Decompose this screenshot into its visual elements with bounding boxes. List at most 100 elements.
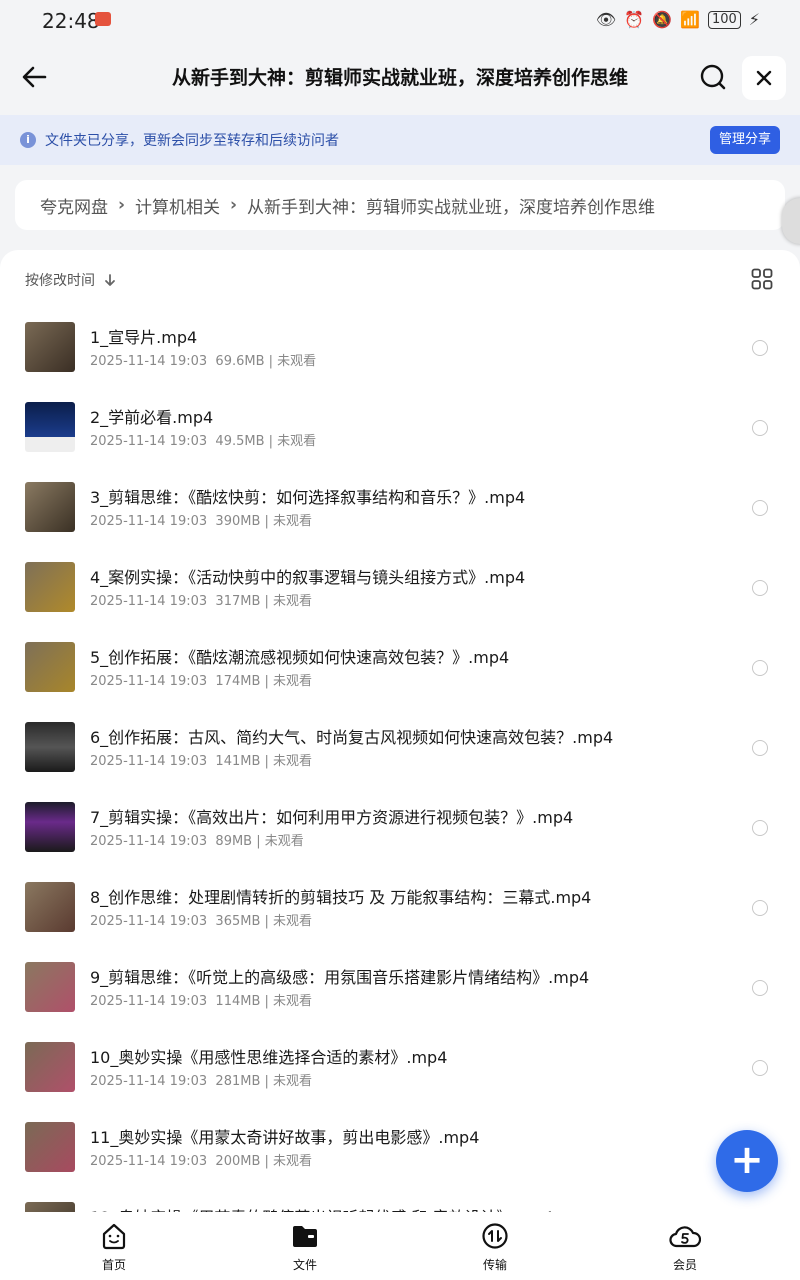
home-face-icon — [102, 1223, 126, 1250]
tab-label: 传输 — [482, 1258, 507, 1272]
select-radio[interactable] — [752, 340, 768, 356]
file-name: 9_剪辑思维：《听觉上的高级感：用氛围音乐搭建影片情绪结构》.mp4 — [90, 968, 590, 987]
bottom-tab-bar: 首页 文件 传输 会员 — [0, 1212, 800, 1280]
video-thumbnail — [25, 402, 75, 452]
grid-view-button[interactable] — [751, 268, 773, 290]
video-thumbnail — [25, 322, 75, 372]
select-radio[interactable] — [752, 980, 768, 996]
select-radio[interactable] — [752, 740, 768, 756]
plus-icon: + — [730, 1137, 764, 1183]
sort-control[interactable]: 按修改时间 — [25, 270, 117, 290]
file-meta: 2025-11-14 19:03 89MB | 未观看 — [90, 834, 304, 849]
tab-label: 文件 — [292, 1258, 317, 1272]
file-row[interactable]: 8_创作思维：处理剧情转折的剪辑技巧 及 万能叙事结构：三幕式.mp4 2025… — [0, 872, 800, 952]
search-icon — [700, 64, 726, 90]
search-button[interactable] — [696, 60, 730, 94]
file-row[interactable]: 10_奥妙实操《用感性思维选择合适的素材》.mp4 2025-11-14 19:… — [0, 1032, 800, 1112]
arrow-down-icon — [105, 274, 115, 286]
file-row[interactable]: 3_剪辑思维：《酷炫快剪：如何选择叙事结构和音乐？》.mp4 2025-11-1… — [0, 472, 800, 552]
chevron-right-icon: › — [118, 195, 126, 215]
file-meta: 2025-11-14 19:03 114MB | 未观看 — [90, 994, 313, 1009]
file-name: 8_创作思维：处理剧情转折的剪辑技巧 及 万能叙事结构：三幕式.mp4 — [90, 888, 592, 907]
tab-vip[interactable]: 会员 — [645, 1222, 725, 1273]
file-meta: 2025-11-14 19:03 49.5MB | 未观看 — [90, 434, 317, 449]
breadcrumb-item-root[interactable]: 夸克网盘 — [40, 193, 108, 218]
file-name: 11_奥妙实操《用蒙太奇讲好故事，剪出电影感》.mp4 — [90, 1128, 480, 1147]
file-row[interactable]: 6_创作拓展：古风、简约大气、时尚复古风视频如何快速高效包装？.mp4 2025… — [0, 712, 800, 792]
charging-icon: ⚡ — [748, 10, 760, 29]
tab-label: 会员 — [672, 1258, 697, 1272]
file-row[interactable]: 1_宣导片.mp4 2025-11-14 19:03 69.6MB | 未观看 — [0, 312, 800, 392]
file-meta: 2025-11-14 19:03 317MB | 未观看 — [90, 594, 313, 609]
tab-transfer[interactable]: 传输 — [455, 1222, 535, 1273]
file-name: 1_宣导片.mp4 — [90, 328, 198, 347]
select-radio[interactable] — [752, 820, 768, 836]
file-meta: 2025-11-14 19:03 390MB | 未观看 — [90, 514, 313, 529]
back-button[interactable] — [18, 60, 52, 94]
floating-assistant-bubble[interactable] — [782, 198, 800, 244]
file-list: 1_宣导片.mp4 2025-11-14 19:03 69.6MB | 未观看 … — [0, 312, 800, 1212]
select-radio[interactable] — [752, 580, 768, 596]
folder-icon — [293, 1226, 317, 1247]
select-radio[interactable] — [752, 660, 768, 676]
select-radio[interactable] — [752, 1060, 768, 1076]
file-row[interactable]: 7_剪辑实操：《高效出片：如何利用甲方资源进行视频包装？》.mp4 2025-1… — [0, 792, 800, 872]
add-button[interactable]: + — [716, 1130, 778, 1192]
video-thumbnail — [25, 482, 75, 532]
close-icon — [756, 70, 772, 86]
select-radio[interactable] — [752, 900, 768, 916]
file-meta: 2025-11-14 19:03 365MB | 未观看 — [90, 914, 313, 929]
video-thumbnail — [25, 882, 75, 932]
battery-indicator: 100 — [707, 10, 741, 29]
close-button[interactable] — [742, 56, 786, 100]
page-title: 从新手到大神：剪辑师实战就业班，深度培养创作思维 — [171, 67, 628, 89]
file-name: 7_剪辑实操：《高效出片：如何利用甲方资源进行视频包装？》.mp4 — [90, 808, 574, 827]
video-thumbnail — [25, 1202, 75, 1212]
file-row[interactable]: 5_创作拓展：《酷炫潮流感视频如何快速高效包装？》.mp4 2025-11-14… — [0, 632, 800, 712]
file-name: 3_剪辑思维：《酷炫快剪：如何选择叙事结构和音乐？》.mp4 — [90, 488, 526, 507]
file-meta: 2025-11-14 19:03 141MB | 未观看 — [90, 754, 313, 769]
info-icon: i — [20, 132, 36, 148]
file-row[interactable]: 11_奥妙实操《用蒙太奇讲好故事，剪出电影感》.mp4 2025-11-14 1… — [0, 1112, 800, 1192]
video-thumbnail — [25, 722, 75, 772]
file-row[interactable]: 12_奥妙实操《用节奏的鸭停营出视听起伏感 和 音效设计》.mp4 — [0, 1192, 800, 1212]
chevron-right-icon: › — [230, 195, 238, 215]
breadcrumb-item-folder[interactable]: 计算机相关 — [135, 193, 220, 218]
select-radio[interactable] — [752, 420, 768, 436]
arrow-left-icon — [22, 66, 47, 88]
vip-cloud-icon — [669, 1226, 702, 1248]
tab-label: 首页 — [101, 1258, 126, 1272]
file-row[interactable]: 2_学前必看.mp4 2025-11-14 19:03 49.5MB | 未观看 — [0, 392, 800, 472]
mute-icon: 🔕 — [652, 10, 673, 29]
file-name: 2_学前必看.mp4 — [90, 408, 214, 427]
notification-icon — [95, 12, 111, 26]
file-meta: 2025-11-14 19:03 281MB | 未观看 — [90, 1074, 313, 1089]
video-thumbnail — [25, 1122, 75, 1172]
status-icons: 👁 ⏰ 🔕 📶 100 ⚡ — [596, 10, 760, 29]
file-name: 6_创作拓展：古风、简约大气、时尚复古风视频如何快速高效包装？.mp4 — [90, 728, 614, 747]
file-name: 12_奥妙实操《用节奏的鸭停营出视听起伏感 和 音效设计》.mp4 — [90, 1204, 554, 1212]
video-thumbnail — [25, 642, 75, 692]
file-name: 10_奥妙实操《用感性思维选择合适的素材》.mp4 — [90, 1048, 448, 1067]
status-time: 22:48 — [42, 9, 100, 33]
transfer-icon — [482, 1223, 508, 1249]
video-thumbnail — [25, 562, 75, 612]
wifi-icon: 📶 — [680, 10, 700, 29]
share-message: 文件夹已分享，更新会同步至转存和后续访问者 — [45, 133, 339, 149]
file-row[interactable]: 4_案例实操：《活动快剪中的叙事逻辑与镜头组接方式》.mp4 2025-11-1… — [0, 552, 800, 632]
manage-share-button[interactable]: 管理分享 — [710, 126, 780, 154]
tab-files[interactable]: 文件 — [265, 1222, 345, 1273]
file-row[interactable]: 9_剪辑思维：《听觉上的高级感：用氛围音乐搭建影片情绪结构》.mp4 2025-… — [0, 952, 800, 1032]
select-radio[interactable] — [752, 500, 768, 516]
file-meta: 2025-11-14 19:03 200MB | 未观看 — [90, 1154, 313, 1169]
video-thumbnail — [25, 962, 75, 1012]
sort-label: 按修改时间 — [25, 273, 95, 289]
file-name: 5_创作拓展：《酷炫潮流感视频如何快速高效包装？》.mp4 — [90, 648, 510, 667]
tab-home[interactable]: 首页 — [74, 1222, 154, 1273]
file-panel: 按修改时间 1_宣导片.mp4 2025-11-14 19:03 69.6MB … — [0, 250, 800, 1212]
share-banner: i 文件夹已分享，更新会同步至转存和后续访问者 管理分享 — [0, 115, 800, 165]
file-meta: 2025-11-14 19:03 174MB | 未观看 — [90, 674, 313, 689]
alarm-icon: ⏰ — [624, 10, 645, 29]
status-bar: 22:48 👁 ⏰ 🔕 📶 100 ⚡ — [0, 0, 800, 40]
eye-icon: 👁 — [595, 10, 617, 29]
